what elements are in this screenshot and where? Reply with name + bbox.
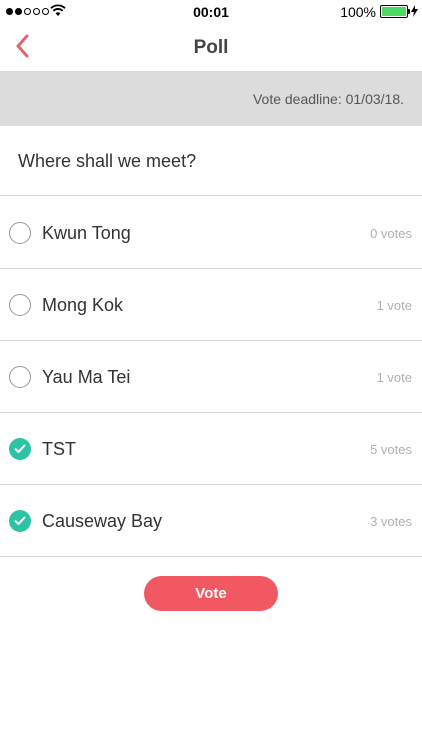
nav-bar: Poll [0, 24, 422, 72]
radio-checked-icon[interactable] [9, 510, 31, 532]
radio-checked-icon[interactable] [9, 438, 31, 460]
poll-option[interactable]: Kwun Tong 0 votes [0, 197, 422, 269]
poll-option[interactable]: Causeway Bay 3 votes [0, 485, 422, 557]
poll-options: Kwun Tong 0 votes Mong Kok 1 vote Yau Ma… [0, 197, 422, 557]
option-label: Kwun Tong [42, 223, 131, 243]
vote-button[interactable]: Vote [144, 576, 278, 611]
poll-option[interactable]: Yau Ma Tei 1 vote [0, 341, 422, 413]
battery-percent: 100% [340, 4, 376, 20]
option-label: Yau Ma Tei [42, 367, 131, 387]
status-bar: 00:01 100% [0, 0, 422, 24]
vote-count: 1 vote [376, 370, 412, 385]
radio-unchecked-icon[interactable] [9, 366, 31, 388]
poll-question: Where shall we meet? [0, 126, 422, 196]
radio-unchecked-icon[interactable] [9, 222, 31, 244]
vote-count: 0 votes [370, 226, 412, 241]
radio-unchecked-icon[interactable] [9, 294, 31, 316]
page-title: Poll [193, 37, 229, 58]
deadline-text: Vote deadline: 01/03/18. [252, 91, 404, 107]
question-text: Where shall we meet? [18, 151, 197, 171]
poll-option[interactable]: TST 5 votes [0, 413, 422, 485]
charging-bolt-icon [411, 4, 418, 22]
deadline-banner: Vote deadline: 01/03/18. [0, 72, 422, 126]
vote-count: 3 votes [370, 514, 412, 529]
vote-count: 5 votes [370, 442, 412, 457]
battery-icon [380, 5, 410, 18]
poll-option[interactable]: Mong Kok 1 vote [0, 269, 422, 341]
option-label: TST [42, 439, 76, 459]
option-label: Mong Kok [42, 295, 124, 315]
vote-count: 1 vote [376, 298, 412, 313]
option-label: Causeway Bay [42, 511, 163, 531]
